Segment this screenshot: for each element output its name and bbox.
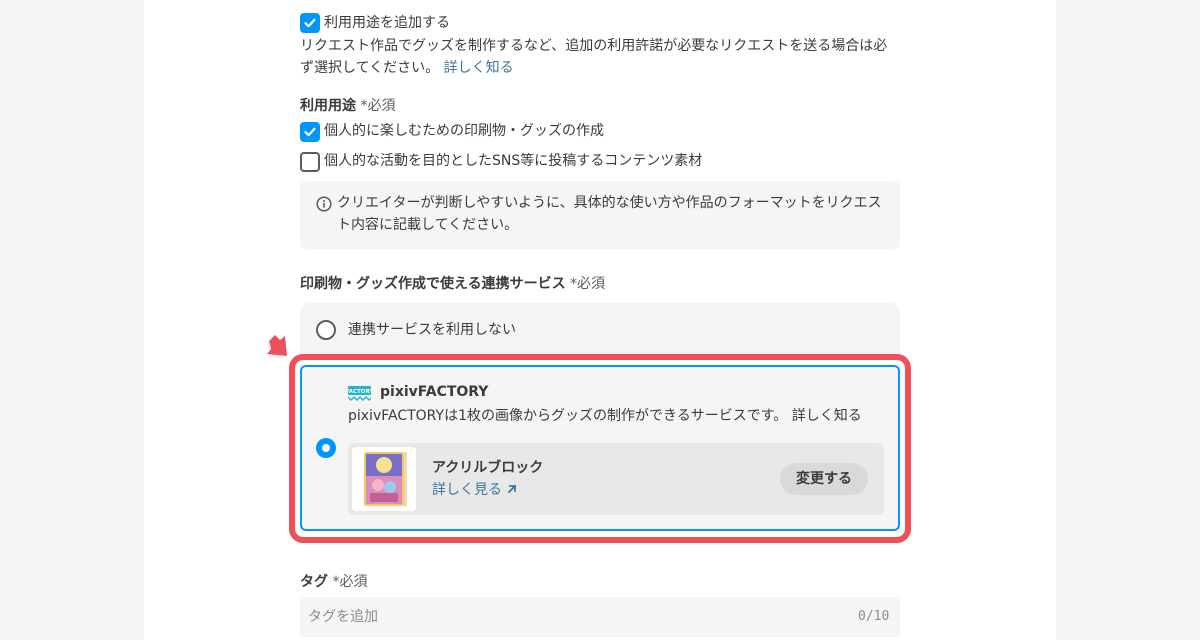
tag-counter: 0/10 bbox=[858, 609, 890, 624]
tags-title: タグ bbox=[300, 574, 328, 590]
acrylic-block-image bbox=[352, 447, 416, 511]
add-usage-checkbox[interactable] bbox=[300, 13, 320, 33]
service-heading: 印刷物・グッズ作成で使える連携サービス *必須 bbox=[300, 273, 605, 295]
usage-notice-text-cont: ト内容に記載してください。 bbox=[337, 217, 519, 233]
product-details-link-label[interactable]: 詳しく見る bbox=[432, 482, 502, 498]
check-icon bbox=[304, 18, 316, 28]
product-details-link[interactable]: 詳しく見る bbox=[432, 479, 518, 501]
tags-heading: タグ *必須 bbox=[300, 571, 367, 593]
info-icon bbox=[316, 196, 332, 212]
required-mark: *必須 bbox=[332, 574, 368, 590]
usage-title: 利用用途 bbox=[300, 98, 356, 114]
change-product-button[interactable]: 変更する bbox=[780, 463, 868, 495]
usage-option-personal-goods-label[interactable]: 個人的に楽しむための印刷物・グッズの作成 bbox=[324, 120, 604, 142]
service-option-none-radio[interactable] bbox=[316, 320, 336, 340]
usage-option-sns-label[interactable]: 個人的な活動を目的としたSNS等に投稿するコンテンツ素材 bbox=[324, 150, 702, 172]
usage-option-sns-checkbox[interactable] bbox=[300, 152, 320, 172]
usage-option-personal-goods-checkbox[interactable] bbox=[300, 122, 320, 142]
required-mark: *必須 bbox=[360, 98, 396, 114]
pointer-arrow-icon bbox=[267, 335, 287, 356]
add-usage-description-tail: ず選択してください。 bbox=[300, 60, 440, 76]
tag-input-placeholder: タグを追加 bbox=[308, 609, 378, 625]
tag-input-field[interactable] bbox=[300, 597, 900, 637]
add-usage-label[interactable]: 利用用途を追加する bbox=[324, 12, 450, 34]
add-usage-description: リクエスト作品でグッズを制作するなど、追加の利用許諾が必要なリクエストを送る場合… bbox=[300, 38, 888, 54]
usage-heading: 利用用途 *必須 bbox=[300, 95, 395, 117]
learn-more-link[interactable]: 詳しく知る bbox=[444, 60, 514, 76]
product-thumbnail bbox=[352, 447, 416, 511]
pixivfactory-description: pixivFACTORYは1枚の画像からグッズの制作ができるサービスです。 bbox=[348, 408, 788, 424]
pixivfactory-description-line: pixivFACTORYは1枚の画像からグッズの制作ができるサービスです。 詳し… bbox=[348, 405, 862, 427]
pixivfactory-learn-more-link[interactable]: 詳しく知る bbox=[792, 408, 862, 424]
usage-notice-text: クリエイターが判断しやすいように、具体的な使い方や作品のフォーマットをリクエス bbox=[337, 195, 882, 211]
required-mark: *必須 bbox=[570, 276, 606, 292]
service-option-none-label[interactable]: 連携サービスを利用しない bbox=[348, 319, 516, 341]
pixivfactory-name: pixivFACTORY bbox=[380, 384, 489, 400]
external-arrow-icon bbox=[508, 484, 517, 494]
service-title: 印刷物・グッズ作成で使える連携サービス bbox=[300, 276, 566, 292]
service-option-pixivfactory-radio[interactable] bbox=[316, 438, 336, 458]
pixivfactory-logo-icon: FACTORY bbox=[348, 386, 371, 401]
add-usage-description-cont: ず選択してください。 詳しく知る bbox=[300, 57, 514, 79]
svg-text:FACTORY: FACTORY bbox=[348, 389, 371, 395]
check-icon bbox=[304, 127, 316, 137]
product-name: アクリルブロック bbox=[432, 460, 544, 476]
